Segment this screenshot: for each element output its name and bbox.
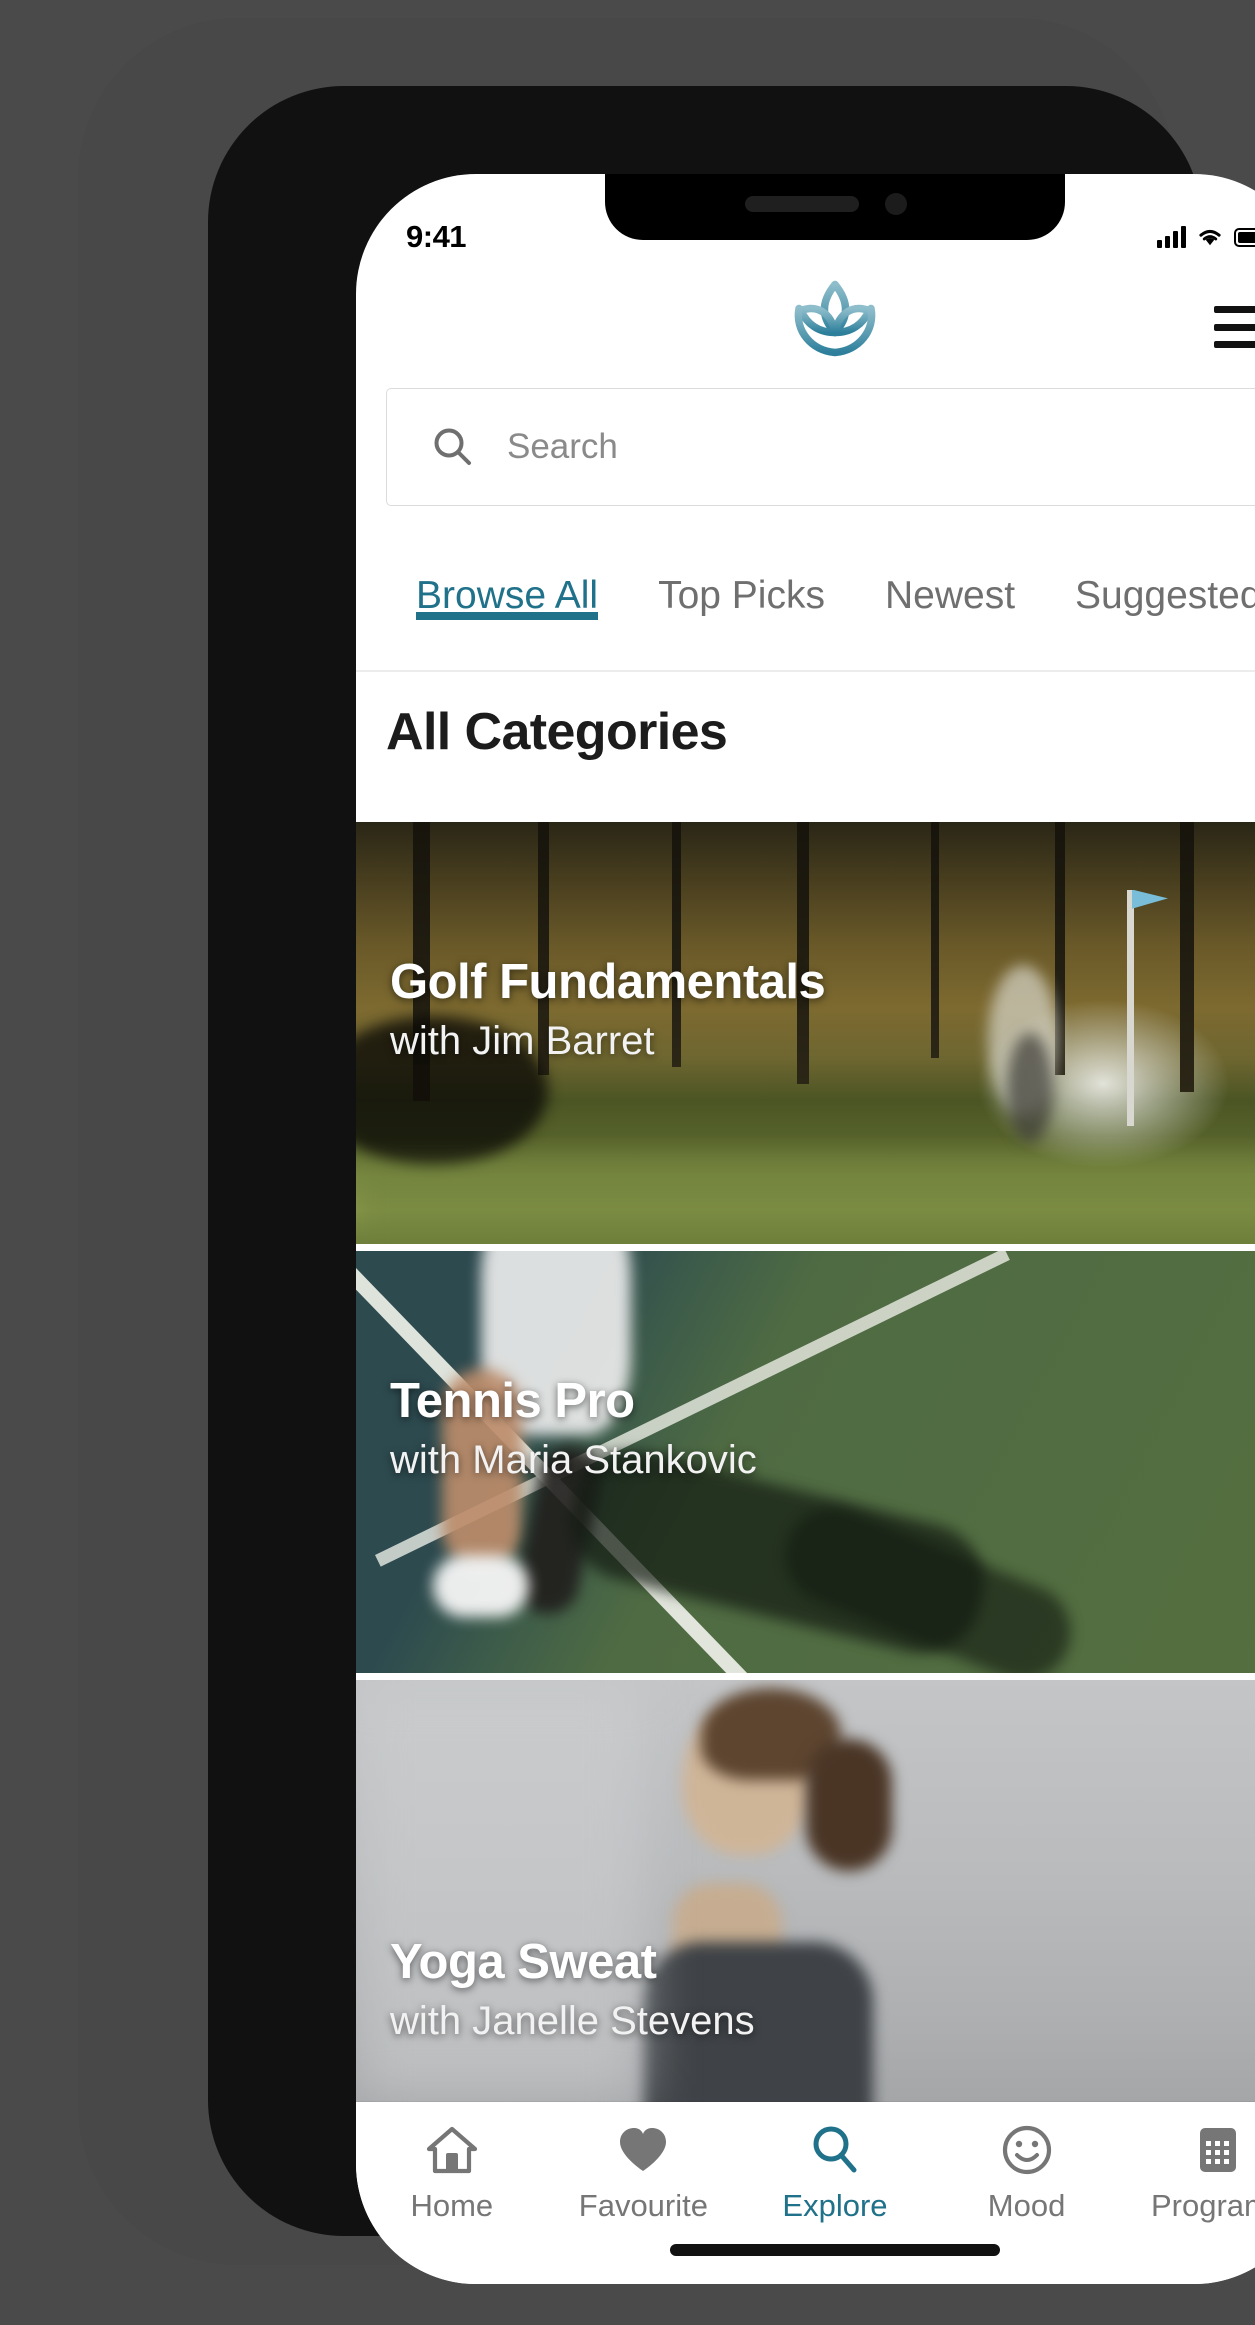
nav-label: Home [410, 2188, 494, 2223]
wifi-icon [1199, 229, 1221, 246]
smiley-face-icon [1000, 2122, 1054, 2178]
menu-line-1 [1214, 306, 1255, 313]
lotus-logo-icon [794, 280, 876, 357]
hamburger-menu-icon[interactable] [1214, 306, 1255, 348]
menu-line-2 [1214, 323, 1255, 331]
tab-label: Browse All [416, 574, 599, 617]
tab-suggested-programs[interactable]: Suggested P [1045, 552, 1255, 618]
search-box[interactable] [386, 388, 1255, 506]
tab-newest[interactable]: Newest [855, 552, 1045, 618]
heart-icon [616, 2122, 670, 2178]
search-section [356, 388, 1255, 506]
status-icons [1157, 226, 1255, 248]
nav-item-home[interactable]: Home [377, 2122, 527, 2224]
front-camera [885, 193, 907, 215]
calendar-grid-icon [1191, 2122, 1245, 2178]
nav-label: Favourite [578, 2188, 708, 2223]
tab-label: Top Picks [658, 574, 825, 617]
card-text-block: Tennis Pro with Maria Stankovic [390, 1373, 757, 1483]
card-title: Tennis Pro [390, 1373, 635, 1428]
card-title: Golf Fundamentals [390, 954, 826, 1009]
screenshot-stage: 9:41 Search Browse All Top Picks Newest … [0, 0, 1255, 2325]
nav-label: Mood [987, 2188, 1066, 2223]
bottom-navigation-bar: Home Favourite Explore Mood Progra [356, 2102, 1255, 2284]
nav-label: Explore [782, 2188, 888, 2223]
nav-label: Programs [1150, 2188, 1255, 2223]
home-indicator[interactable] [670, 2244, 1000, 2256]
card-text-block: Yoga Sweat with Janelle Stevens [390, 1934, 755, 2044]
app-header [356, 266, 1255, 388]
card-text-block: Golf Fundamentals with Jim Barret [390, 954, 826, 1064]
tab-top-picks[interactable]: Top Picks [628, 552, 855, 618]
nav-item-mood[interactable]: Mood [952, 2122, 1102, 2224]
card-subtitle: with Janelle Stevens [390, 1999, 755, 2043]
category-card-list: Golf Fundamentals with Jim Barret Tennis… [356, 822, 1255, 2284]
menu-line-3 [1214, 341, 1255, 348]
search-input[interactable] [507, 427, 1239, 467]
search-icon [808, 2122, 862, 2178]
nav-item-favourite[interactable]: Favourite [568, 2122, 718, 2224]
phone-frame-band: 9:41 Search Browse All Top Picks Newest … [208, 86, 1255, 2284]
category-card-tennis[interactable]: Tennis Pro with Maria Stankovic [356, 1251, 1255, 1673]
page-title: All Categories [386, 703, 728, 761]
tab-label: Newest [884, 574, 1016, 617]
tab-label: Suggested P [1075, 574, 1255, 617]
category-card-golf[interactable]: Golf Fundamentals with Jim Barret [356, 822, 1255, 1244]
card-subtitle: with Maria Stankovic [390, 1438, 757, 1482]
nav-item-explore[interactable]: Explore [760, 2122, 910, 2224]
category-tabs: Browse All Top Picks Newest Suggested P [356, 552, 1255, 672]
phone-screen: 9:41 Search Browse All Top Picks Newest … [356, 174, 1255, 2284]
card-title: Yoga Sweat [390, 1934, 657, 1989]
search-icon [434, 428, 471, 465]
phone-notch [605, 174, 1065, 240]
battery-full-icon [1234, 227, 1255, 247]
status-time: 9:41 [406, 219, 467, 254]
app-logo [777, 279, 893, 376]
card-subtitle: with Jim Barret [390, 1019, 655, 1063]
phone-frame-outer: 9:41 Search Browse All Top Picks Newest … [78, 18, 1255, 2284]
home-icon [425, 2122, 479, 2178]
nav-item-programs[interactable]: Programs [1143, 2122, 1255, 2224]
tab-browse-all[interactable]: Browse All [386, 552, 628, 620]
category-card-yoga[interactable]: Yoga Sweat with Janelle Stevens [356, 1680, 1255, 2102]
cellular-signal-icon [1157, 226, 1186, 248]
earpiece-speaker [745, 196, 859, 212]
